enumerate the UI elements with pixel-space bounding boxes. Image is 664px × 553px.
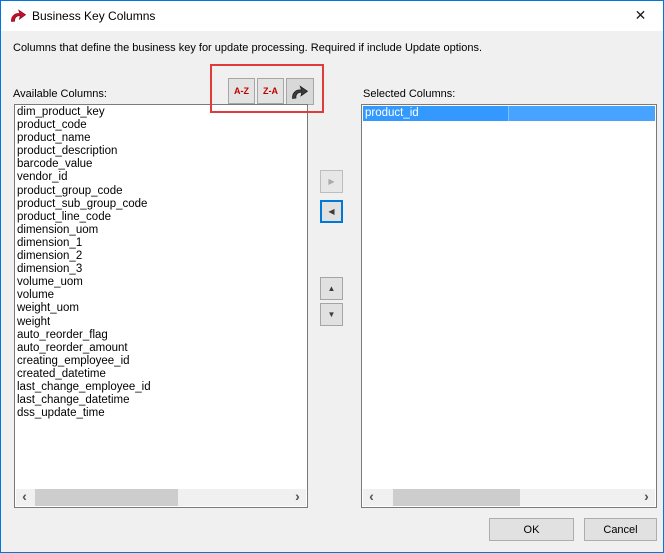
- sort-original-order-button[interactable]: [286, 78, 314, 105]
- list-item[interactable]: product_code: [17, 119, 307, 132]
- selected-columns-list[interactable]: product_id ‹ ›: [361, 104, 657, 508]
- list-item[interactable]: volume: [17, 289, 307, 302]
- list-item[interactable]: dss_update_time: [17, 407, 307, 420]
- list-item[interactable]: product_description: [17, 145, 307, 158]
- selected-hscrollbar[interactable]: ‹ ›: [363, 489, 655, 506]
- down-arrow-icon: ▼: [327, 309, 336, 319]
- list-item[interactable]: created_datetime: [17, 368, 307, 381]
- title-bar: Business Key Columns ✕: [1, 1, 663, 31]
- move-down-button[interactable]: ▼: [320, 303, 343, 326]
- available-columns-label: Available Columns:: [13, 88, 107, 100]
- right-arrow-icon: ▶: [328, 176, 335, 186]
- selected-item-product-id[interactable]: product_id: [363, 106, 655, 121]
- close-button[interactable]: ✕: [618, 1, 663, 30]
- list-item[interactable]: barcode_value: [17, 158, 307, 171]
- scroll-right-icon[interactable]: ›: [289, 489, 306, 506]
- move-to-selected-button[interactable]: ▶: [320, 170, 343, 193]
- up-arrow-icon: ▲: [327, 283, 336, 293]
- app-icon: [10, 8, 27, 23]
- move-up-button[interactable]: ▲: [320, 277, 343, 300]
- list-item[interactable]: product_group_code: [17, 185, 307, 198]
- scroll-right-icon[interactable]: ›: [638, 489, 655, 506]
- available-scroll-thumb[interactable]: [35, 489, 178, 506]
- list-item[interactable]: last_change_datetime: [17, 394, 307, 407]
- list-item[interactable]: dimension_uom: [17, 224, 307, 237]
- available-hscrollbar[interactable]: ‹ ›: [16, 489, 306, 506]
- list-item[interactable]: auto_reorder_amount: [17, 342, 307, 355]
- list-item[interactable]: dimension_2: [17, 250, 307, 263]
- sort-za-button[interactable]: Z-A: [257, 78, 284, 104]
- list-item[interactable]: weight: [17, 316, 307, 329]
- list-item[interactable]: last_change_employee_id: [17, 381, 307, 394]
- window-title: Business Key Columns: [32, 9, 156, 23]
- list-item[interactable]: dimension_3: [17, 263, 307, 276]
- list-item[interactable]: weight_uom: [17, 302, 307, 315]
- list-item[interactable]: dimension_1: [17, 237, 307, 250]
- left-arrow-icon: ◀: [328, 207, 335, 216]
- close-icon: ✕: [634, 7, 647, 23]
- list-item[interactable]: product_name: [17, 132, 307, 145]
- list-item[interactable]: dim_product_key: [17, 106, 307, 119]
- dialog-description: Columns that define the business key for…: [13, 42, 483, 54]
- selected-columns-label: Selected Columns:: [363, 88, 456, 100]
- move-to-available-button[interactable]: ◀: [320, 200, 343, 223]
- list-item[interactable]: auto_reorder_flag: [17, 329, 307, 342]
- list-item[interactable]: volume_uom: [17, 276, 307, 289]
- scroll-left-icon[interactable]: ‹: [363, 489, 380, 506]
- available-columns-items: dim_product_key product_code product_nam…: [15, 105, 307, 420]
- cancel-button[interactable]: Cancel: [584, 518, 657, 541]
- scroll-left-icon[interactable]: ‹: [16, 489, 33, 506]
- wherescape-swoosh-icon: [291, 85, 309, 102]
- sort-az-button[interactable]: A-Z: [228, 78, 255, 104]
- available-columns-list[interactable]: dim_product_key product_code product_nam…: [14, 104, 308, 508]
- list-item[interactable]: vendor_id: [17, 171, 307, 184]
- list-item[interactable]: product_sub_group_code: [17, 198, 307, 211]
- selected-item-label: product_id: [365, 107, 419, 119]
- selected-scroll-thumb[interactable]: [393, 489, 520, 506]
- dialog-business-key-columns: Business Key Columns ✕ Columns that defi…: [0, 0, 664, 553]
- list-item[interactable]: creating_employee_id: [17, 355, 307, 368]
- ok-button[interactable]: OK: [489, 518, 574, 541]
- list-item[interactable]: product_line_code: [17, 211, 307, 224]
